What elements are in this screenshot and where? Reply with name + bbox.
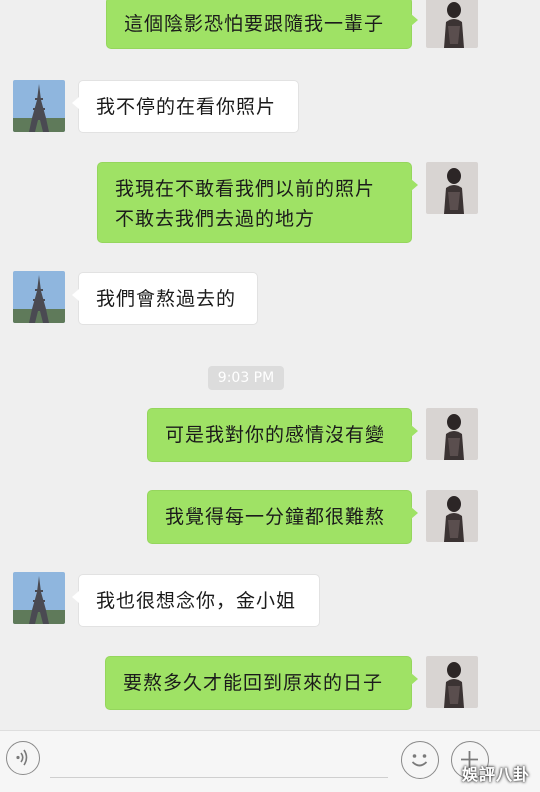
message-text: 要熬多久才能回到原來的日子 [123, 672, 384, 694]
input-bar [0, 730, 540, 792]
message-text: 可是我對你的感情沒有變 [165, 424, 386, 446]
message-text: 我也很想念你，金小姐 [96, 590, 297, 612]
voice-button[interactable] [6, 741, 40, 775]
watermark: 娛評八卦 [462, 765, 531, 784]
contact-avatar[interactable] [13, 80, 65, 132]
outgoing-message-bubble[interactable]: 我現在不敢看我們以前的照片 不敢去我們去過的地方 [97, 162, 418, 243]
self-avatar[interactable] [426, 162, 478, 214]
emoji-button[interactable] [401, 741, 439, 779]
emoji-icon [411, 754, 428, 767]
self-avatar[interactable] [426, 0, 478, 48]
timestamp-label: 9:03 PM [208, 366, 284, 390]
incoming-message-bubble[interactable]: 我也很想念你，金小姐 [72, 574, 320, 627]
eiffel-tower-photo [13, 80, 65, 132]
outgoing-message-bubble[interactable]: 這個陰影恐怕要跟隨我一輩子 [106, 0, 418, 49]
outgoing-message-bubble[interactable]: 要熬多久才能回到原來的日子 [105, 656, 418, 710]
woman-portrait-photo [426, 162, 478, 214]
voice-icon [16, 749, 28, 766]
contact-avatar[interactable] [13, 271, 65, 323]
message-text: 這個陰影恐怕要跟隨我一輩子 [124, 13, 385, 35]
self-avatar[interactable] [426, 408, 478, 460]
contact-avatar[interactable] [13, 572, 65, 624]
message-text: 不敢去我們去過的地方 [115, 208, 316, 230]
eiffel-tower-photo [13, 572, 65, 624]
incoming-message-bubble[interactable]: 我們會熬過去的 [72, 272, 258, 325]
self-avatar[interactable] [426, 490, 478, 542]
woman-portrait-photo [426, 490, 478, 542]
eiffel-tower-photo [13, 271, 65, 323]
message-text: 我們會熬過去的 [96, 288, 237, 310]
incoming-message-bubble[interactable]: 我不停的在看你照片 [72, 80, 299, 133]
self-avatar[interactable] [426, 656, 478, 708]
message-text: 我不停的在看你照片 [96, 96, 277, 118]
outgoing-message-bubble[interactable]: 可是我對你的感情沒有變 [147, 408, 418, 462]
woman-portrait-photo [426, 408, 478, 460]
woman-portrait-photo [426, 0, 478, 48]
message-input[interactable] [50, 743, 388, 778]
outgoing-message-bubble[interactable]: 我覺得每一分鐘都很難熬 [147, 490, 418, 544]
woman-portrait-photo [426, 656, 478, 708]
message-text: 我現在不敢看我們以前的照片 [115, 178, 376, 200]
chat-history[interactable]: 這個陰影恐怕要跟隨我一輩子 我不停的在看你照片 我現在不敢看我們以前的照片 不敢… [0, 0, 540, 730]
message-text: 我覺得每一分鐘都很難熬 [165, 506, 386, 528]
